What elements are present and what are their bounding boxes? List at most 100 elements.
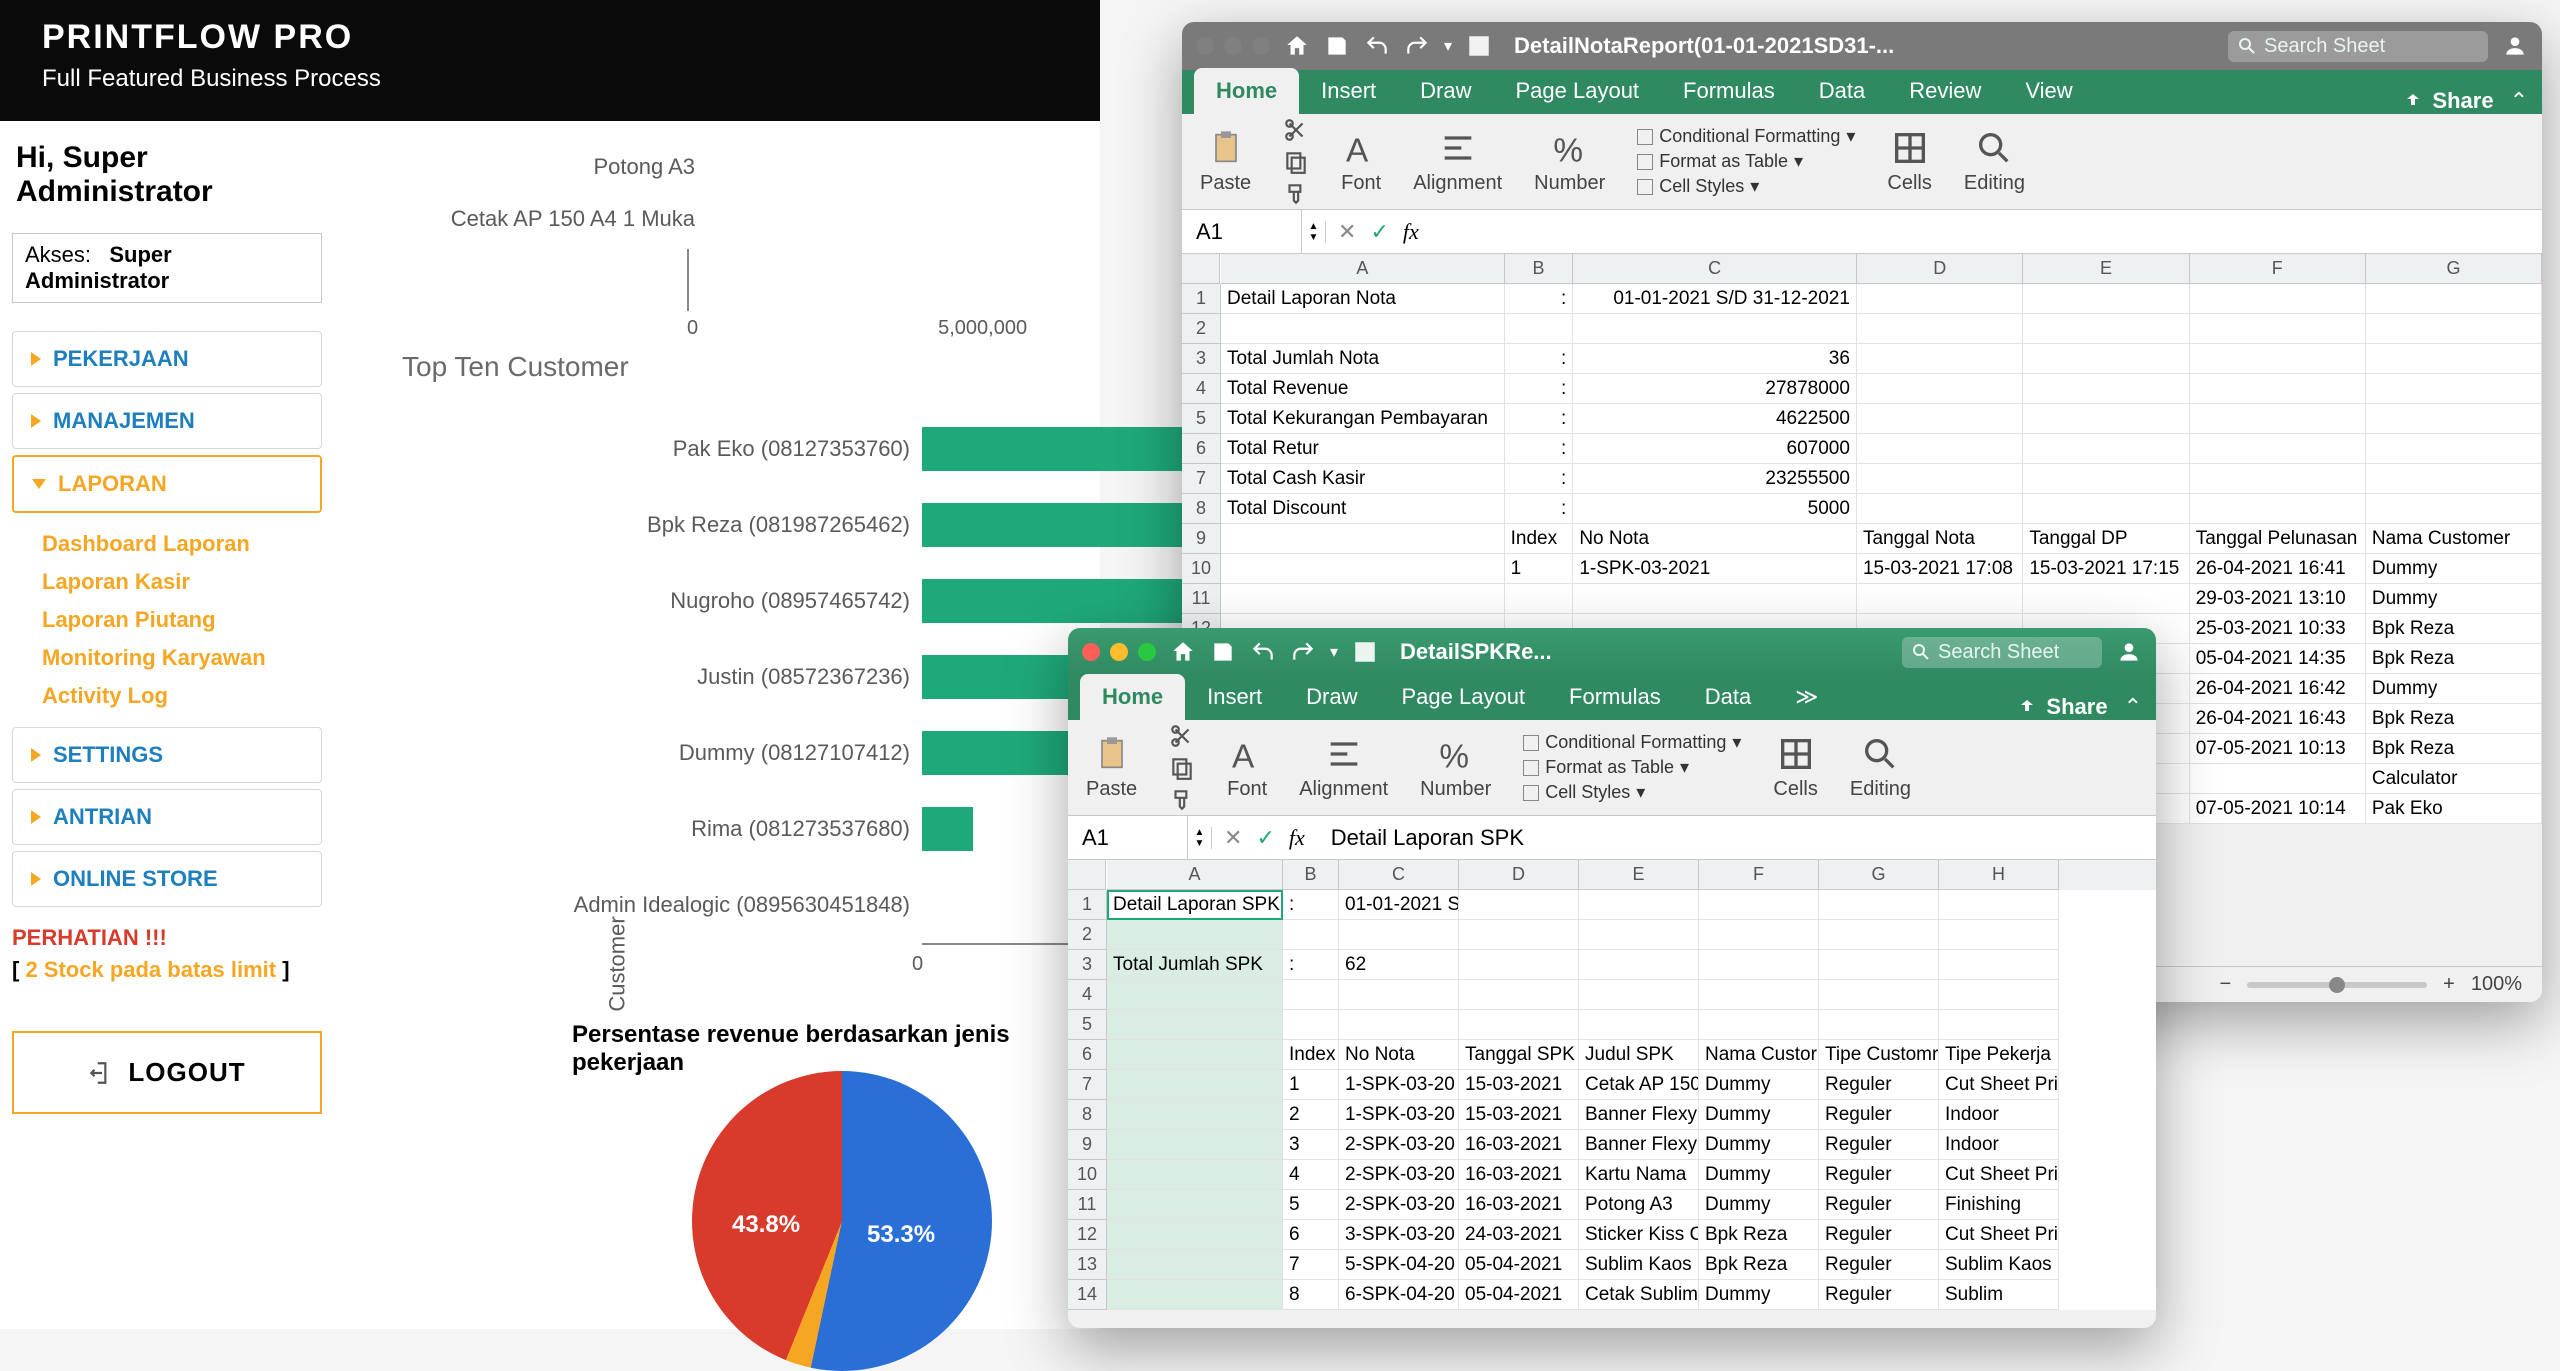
cell[interactable]: Tanggal SPK xyxy=(1459,1040,1579,1070)
cell[interactable]: 16-03-2021 xyxy=(1459,1190,1579,1220)
cell[interactable]: Reguler xyxy=(1819,1190,1939,1220)
cell[interactable] xyxy=(1459,980,1579,1010)
cell[interactable]: Dummy xyxy=(1699,1190,1819,1220)
col-header[interactable]: D xyxy=(1459,860,1579,890)
cell[interactable]: Total Retur xyxy=(1221,434,1505,464)
cut-icon[interactable] xyxy=(1283,117,1309,143)
cell[interactable]: Calculator xyxy=(2366,764,2542,794)
rib-font[interactable]: AFont xyxy=(1341,128,1381,195)
cell[interactable]: Reguler xyxy=(1819,1250,1939,1280)
cell[interactable] xyxy=(1107,1130,1283,1160)
cell[interactable] xyxy=(1579,980,1699,1010)
cell[interactable] xyxy=(1939,890,2059,920)
cell[interactable]: Cetak AP 150 xyxy=(1579,1070,1699,1100)
cell[interactable]: Bpk Reza xyxy=(1699,1220,1819,1250)
tab-formulas[interactable]: Formulas xyxy=(1547,674,1683,720)
cell[interactable]: : xyxy=(1283,890,1339,920)
cell[interactable]: Potong A3 xyxy=(1579,1190,1699,1220)
tab-page-layout[interactable]: Page Layout xyxy=(1494,68,1662,114)
cell[interactable] xyxy=(1699,890,1819,920)
cell[interactable] xyxy=(1339,1010,1459,1040)
cell[interactable] xyxy=(1221,524,1505,554)
row-header[interactable]: 4 xyxy=(1068,980,1106,1010)
tab-insert[interactable]: Insert xyxy=(1185,674,1284,720)
cell[interactable] xyxy=(1819,950,1939,980)
cell[interactable]: 24-03-2021 xyxy=(1459,1220,1579,1250)
row-header[interactable]: 1 xyxy=(1182,284,1220,314)
close-icon[interactable] xyxy=(1196,37,1214,55)
maximize-icon[interactable] xyxy=(1252,37,1270,55)
cell[interactable] xyxy=(1939,1010,2059,1040)
row-header[interactable]: 4 xyxy=(1182,374,1220,404)
cell[interactable] xyxy=(1819,890,1939,920)
row-header[interactable]: 6 xyxy=(1182,434,1220,464)
collapse-ribbon-icon[interactable]: ⌃ xyxy=(2510,88,2528,114)
cell[interactable]: 05-04-2021 xyxy=(1459,1280,1579,1310)
undo-icon[interactable] xyxy=(1250,639,1276,665)
name-box[interactable]: A1 xyxy=(1068,816,1188,859)
tab-draw[interactable]: Draw xyxy=(1398,68,1493,114)
cell[interactable]: Bpk Reza xyxy=(1699,1250,1819,1280)
cell[interactable]: 4 xyxy=(1283,1160,1339,1190)
row-header[interactable]: 13 xyxy=(1068,1250,1106,1280)
cell[interactable]: Cetak Sublim xyxy=(1579,1280,1699,1310)
format-painter-icon[interactable] xyxy=(1169,787,1195,813)
cell[interactable]: 26-04-2021 16:43 xyxy=(2190,704,2366,734)
cell[interactable] xyxy=(1857,284,2023,314)
cell[interactable] xyxy=(1505,314,1574,344)
cell[interactable]: Judul SPK xyxy=(1579,1040,1699,1070)
cell[interactable] xyxy=(1221,584,1505,614)
cell[interactable]: Bpk Reza xyxy=(2366,614,2542,644)
cell[interactable] xyxy=(1579,950,1699,980)
cell[interactable]: 25-03-2021 10:33 xyxy=(2190,614,2366,644)
cell[interactable]: 6-SPK-04-20 xyxy=(1339,1280,1459,1310)
cell[interactable] xyxy=(2190,344,2366,374)
copy-icon[interactable] xyxy=(1169,755,1195,781)
cell[interactable]: : xyxy=(1505,434,1574,464)
copy-icon[interactable] xyxy=(1283,149,1309,175)
tab-data[interactable]: Data xyxy=(1797,68,1887,114)
cell[interactable]: 23255500 xyxy=(1573,464,1857,494)
cell[interactable]: : xyxy=(1505,374,1574,404)
cell[interactable]: Dummy xyxy=(1699,1100,1819,1130)
cell[interactable]: Reguler xyxy=(1819,1160,1939,1190)
cell[interactable] xyxy=(2190,314,2366,344)
cell[interactable]: 16-03-2021 xyxy=(1459,1160,1579,1190)
rib-number[interactable]: %Number xyxy=(1420,734,1491,801)
select-all-corner[interactable] xyxy=(1068,860,1106,890)
col-header[interactable]: F xyxy=(2190,254,2366,284)
cell[interactable]: Cut Sheet Pri xyxy=(1939,1220,2059,1250)
cell[interactable] xyxy=(1107,1040,1283,1070)
collapse-ribbon-icon[interactable]: ⌃ xyxy=(2124,694,2142,720)
cell[interactable]: No Nota xyxy=(1573,524,1857,554)
rib-editing[interactable]: Editing xyxy=(1964,128,2025,195)
logout-button[interactable]: LOGOUT xyxy=(12,1031,322,1114)
cell[interactable] xyxy=(1505,584,1574,614)
cell[interactable]: Total Jumlah SPK xyxy=(1107,950,1283,980)
cell[interactable] xyxy=(1857,374,2023,404)
cell[interactable]: 05-04-2021 xyxy=(1459,1250,1579,1280)
col-header[interactable]: C xyxy=(1573,254,1857,284)
cut-icon[interactable] xyxy=(1169,723,1195,749)
tab-more[interactable]: ≫ xyxy=(1773,674,1840,720)
zoom-in-icon[interactable]: + xyxy=(2443,973,2455,996)
tab-home[interactable]: Home xyxy=(1080,674,1185,720)
cell[interactable]: 29-03-2021 13:10 xyxy=(2190,584,2366,614)
nav-settings[interactable]: SETTINGS xyxy=(12,727,322,783)
cell[interactable]: Kartu Nama xyxy=(1579,1160,1699,1190)
cell[interactable]: No Nota xyxy=(1339,1040,1459,1070)
cell[interactable]: 05-04-2021 14:35 xyxy=(2190,644,2366,674)
search-sheet[interactable]: Search Sheet xyxy=(2228,31,2488,62)
cell[interactable]: 1-SPK-03-2021 xyxy=(1573,554,1857,584)
cell[interactable]: Reguler xyxy=(1819,1280,1939,1310)
row-header[interactable]: 3 xyxy=(1182,344,1220,374)
cell[interactable] xyxy=(1459,890,1579,920)
row-header[interactable]: 2 xyxy=(1182,314,1220,344)
cell-styles[interactable]: Cell Styles ▾ xyxy=(1523,782,1741,803)
cell[interactable] xyxy=(2190,374,2366,404)
cell[interactable] xyxy=(1459,1010,1579,1040)
search-sheet[interactable]: Search Sheet xyxy=(1902,637,2102,668)
cell[interactable]: : xyxy=(1283,950,1339,980)
cell[interactable]: 1-SPK-03-20 xyxy=(1339,1070,1459,1100)
col-header[interactable]: E xyxy=(2023,254,2189,284)
